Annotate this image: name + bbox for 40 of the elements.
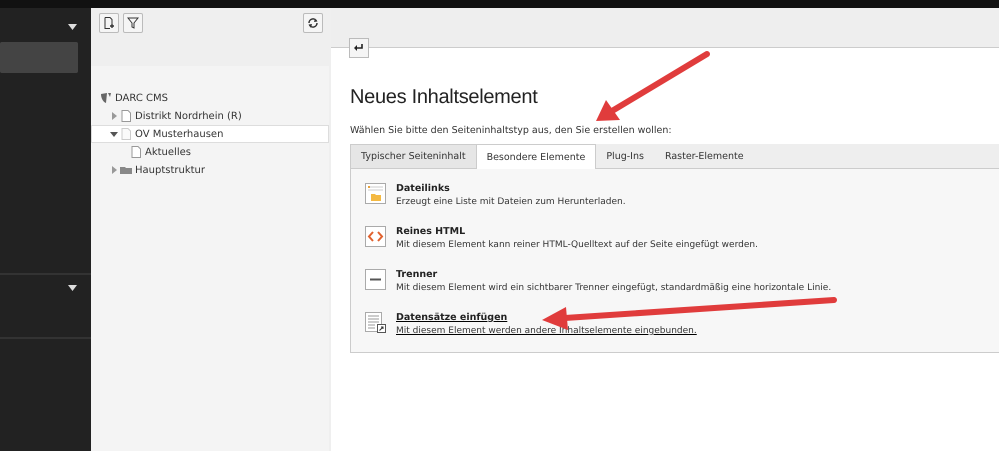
folder-icon — [120, 164, 132, 176]
caret-icon[interactable] — [68, 24, 77, 30]
page-icon — [120, 128, 132, 140]
element-description: Mit diesem Element werden andere Inhaltselemente eingebunden. — [396, 326, 697, 336]
return-icon — [354, 44, 364, 52]
filter-button[interactable] — [123, 13, 143, 33]
tree-item[interactable]: OV Musterhausen — [91, 125, 329, 143]
expanded-toggle-icon[interactable] — [110, 130, 118, 138]
intro-text: Wählen Sie bitte den Seiteninhaltstyp aus, den Sie erstellen wollen: — [350, 125, 673, 136]
tree-item[interactable]: DARC CMS — [91, 89, 329, 107]
new-page-button[interactable] — [99, 13, 119, 33]
element-description: Erzeugt eine Liste mit Dateien zum Herunterladen. — [396, 197, 626, 207]
refresh-icon — [307, 17, 319, 29]
collapsed-toggle-icon[interactable] — [110, 112, 118, 120]
back-button[interactable] — [349, 38, 369, 58]
page-icon — [120, 110, 132, 122]
element-title[interactable]: Reines HTML — [396, 226, 758, 237]
tab[interactable]: Besondere Elemente — [476, 144, 596, 169]
caret-icon[interactable] — [68, 285, 77, 291]
tab[interactable]: Plug-Ins — [595, 144, 655, 168]
new-page-icon — [103, 17, 115, 29]
filter-icon — [127, 17, 139, 29]
collapsed-toggle-icon[interactable] — [110, 166, 118, 174]
code-icon — [365, 226, 386, 247]
element-title[interactable]: Datensätze einfügen — [396, 312, 697, 323]
logo-icon — [100, 92, 112, 104]
tab[interactable]: Typischer Seiteninhalt — [350, 144, 477, 168]
tab[interactable]: Raster-Elemente — [654, 144, 755, 168]
refresh-button[interactable] — [303, 13, 323, 33]
page-icon — [130, 146, 142, 158]
tree-item[interactable]: Aktuelles — [91, 143, 329, 161]
element-title[interactable]: Dateilinks — [396, 183, 626, 194]
element-description: Mit diesem Element kann reiner HTML-Quelltext auf der Seite eingefügt werden. — [396, 240, 758, 250]
tree-item[interactable]: Distrikt Nordrhein (R) — [91, 107, 329, 125]
page-heading: Neues Inhaltselement — [350, 86, 539, 109]
element-title[interactable]: Trenner — [396, 269, 832, 280]
file-list-icon — [365, 183, 386, 204]
tree-item[interactable]: Hauptstruktur — [91, 161, 329, 179]
element-description: Mit diesem Element wird ein sichtbarer Trenner eingefügt, standardmäßig eine horizontale Linie. — [396, 283, 832, 293]
record-shortcut-icon — [365, 312, 386, 333]
